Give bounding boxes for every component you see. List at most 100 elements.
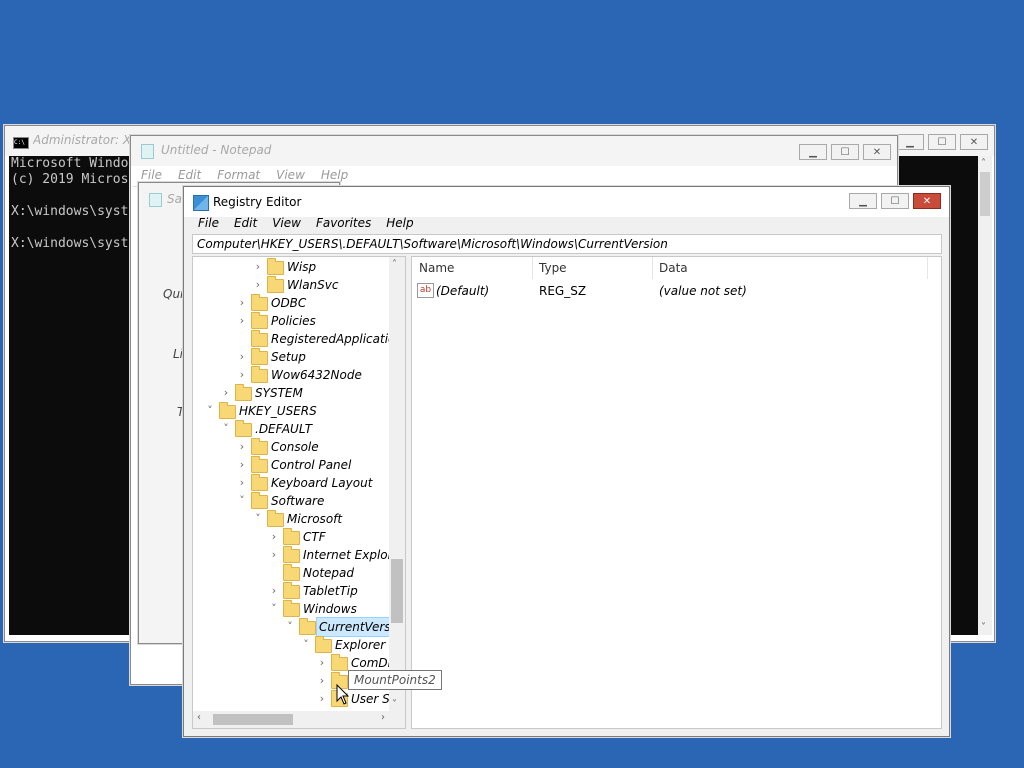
menu-file[interactable]: File <box>131 166 168 182</box>
folder-icon <box>283 582 300 599</box>
expand-chevron-icon[interactable]: › <box>237 366 247 384</box>
expand-chevron-icon[interactable]: › <box>317 690 327 708</box>
cmd-icon: C:\ <box>13 137 29 149</box>
value-data: (value not set) <box>659 284 747 298</box>
tree-item[interactable]: › Setup <box>193 348 389 366</box>
column-header-name[interactable]: Name <box>419 261 454 275</box>
tree-item[interactable]: › SYSTEM <box>193 384 389 402</box>
tree-item[interactable]: › Internet Explorer <box>193 546 405 564</box>
scroll-up-icon[interactable]: ˄ <box>981 158 986 169</box>
tree-item[interactable]: Notepad <box>193 564 389 582</box>
registry-tree[interactable]: › Wisp › WlanSvc › ODBC › Policies RegisteredApp… <box>192 256 406 729</box>
minimize-button[interactable]: ▁ <box>799 144 827 160</box>
tree-item[interactable]: ˅ HKEY_USERS <box>193 402 389 420</box>
folder-icon <box>251 348 268 365</box>
tree-item[interactable]: › CTF <box>193 528 389 546</box>
collapse-chevron-icon[interactable]: ˅ <box>285 618 295 636</box>
tree-hscroll-thumb[interactable] <box>213 714 293 725</box>
expand-chevron-icon[interactable]: › <box>237 312 247 330</box>
tree-horizontal-scrollbar[interactable]: ‹ › <box>193 711 405 728</box>
registry-editor-window[interactable]: Registry Editor ▁ ☐ ✕ File Edit View Favori… <box>183 186 950 737</box>
minimize-button[interactable]: ▁ <box>896 134 924 150</box>
expand-chevron-icon[interactable]: › <box>317 672 327 690</box>
menu-edit[interactable]: Edit <box>168 166 207 182</box>
libraries-label: Li <box>173 347 184 361</box>
tree-item-label: WlanSvc <box>287 278 339 292</box>
maximize-button[interactable]: ☐ <box>831 144 859 160</box>
tree-item[interactable]: ˅ Software <box>193 492 389 510</box>
expand-chevron-icon[interactable]: › <box>237 294 247 312</box>
collapse-chevron-icon[interactable]: ˅ <box>221 420 231 438</box>
scroll-right-icon[interactable]: › <box>381 712 385 723</box>
regedit-titlebar[interactable]: Registry Editor ▁ ☐ ✕ <box>184 187 949 217</box>
tree-vertical-scrollbar[interactable]: ˄ ˅ <box>389 257 405 712</box>
menu-view[interactable]: View <box>266 214 310 230</box>
column-header-data[interactable]: Data <box>659 261 688 275</box>
expand-chevron-icon[interactable]: › <box>269 528 279 546</box>
notepad-icon <box>141 144 154 159</box>
tree-item[interactable]: RegisteredApplications <box>193 330 405 348</box>
scroll-down-icon[interactable]: ˅ <box>392 699 397 710</box>
ab-icon: ab <box>417 283 434 298</box>
tree-item[interactable]: › TabletTip <box>193 582 389 600</box>
expand-chevron-icon[interactable]: › <box>269 582 279 600</box>
tree-item[interactable]: ˅ Windows <box>193 600 389 618</box>
notepad-titlebar[interactable]: Untitled - Notepad ▁ ☐ ✕ <box>131 136 897 166</box>
expand-chevron-icon[interactable]: › <box>253 258 263 276</box>
tree-item[interactable]: › Control Panel <box>193 456 389 474</box>
expand-chevron-icon[interactable]: › <box>237 456 247 474</box>
tree-item-label: Explorer <box>335 638 386 652</box>
tooltip: MountPoints2 <box>348 670 442 690</box>
tree-item[interactable]: › Console <box>193 438 389 456</box>
column-header-type[interactable]: Type <box>539 261 567 275</box>
maximize-button[interactable]: ☐ <box>881 193 909 209</box>
tree-item[interactable]: › ODBC <box>193 294 389 312</box>
menu-help[interactable]: Help <box>380 214 422 230</box>
minimize-button[interactable]: ▁ <box>849 193 877 209</box>
collapse-chevron-icon[interactable]: ˅ <box>205 402 215 420</box>
value-row[interactable]: ab (Default) REG_SZ (value not set) <box>416 283 936 301</box>
tree-item[interactable]: › Wisp <box>193 258 389 276</box>
tree-item[interactable]: ›User Shell Folders <box>193 690 405 708</box>
maximize-button[interactable]: ☐ <box>928 134 956 150</box>
scroll-up-icon[interactable]: ˄ <box>392 259 397 270</box>
cmd-scrollbar[interactable]: ˄ ˅ <box>978 156 992 635</box>
menu-favorites[interactable]: Favorites <box>310 214 380 230</box>
menu-file[interactable]: File <box>192 214 228 230</box>
menu-edit[interactable]: Edit <box>228 214 266 230</box>
scroll-left-icon[interactable]: ‹ <box>197 712 201 723</box>
cmd-scroll-thumb[interactable] <box>980 172 990 216</box>
collapse-chevron-icon[interactable]: ˅ <box>301 636 311 654</box>
expand-chevron-icon[interactable]: › <box>237 438 247 456</box>
expand-chevron-icon[interactable]: › <box>317 654 327 672</box>
address-bar[interactable]: Computer\HKEY_USERS\.DEFAULT\Software\Mi… <box>192 234 942 254</box>
tree-item[interactable]: ˅ CurrentVersion <box>193 617 405 637</box>
close-button[interactable]: ✕ <box>863 144 891 160</box>
tree-item[interactable]: ˅ .DEFAULT <box>193 420 389 438</box>
tree-item[interactable]: › WlanSvc <box>193 276 389 294</box>
tree-item[interactable]: › Keyboard Layout <box>193 474 389 492</box>
collapse-chevron-icon[interactable]: ˅ <box>269 600 279 618</box>
menu-help[interactable]: Help <box>311 166 354 182</box>
collapse-chevron-icon[interactable]: ˅ <box>253 510 263 528</box>
expand-chevron-icon[interactable]: › <box>253 276 263 294</box>
expand-chevron-icon[interactable]: › <box>237 474 247 492</box>
tree-scroll-thumb[interactable] <box>391 559 403 623</box>
expand-chevron-icon[interactable]: › <box>221 384 231 402</box>
folder-icon <box>251 294 268 311</box>
tree-item[interactable]: › Wow6432Node <box>193 366 389 384</box>
expand-chevron-icon[interactable]: › <box>237 348 247 366</box>
menu-view[interactable]: View <box>266 166 311 182</box>
menu-format[interactable]: Format <box>207 166 266 182</box>
scroll-down-icon[interactable]: ˅ <box>981 622 986 633</box>
value-type: REG_SZ <box>539 284 587 298</box>
close-button[interactable]: ✕ <box>960 134 988 150</box>
expand-chevron-icon[interactable]: › <box>269 546 279 564</box>
tree-item[interactable]: ˅ Microsoft <box>193 510 389 528</box>
collapse-chevron-icon[interactable]: ˅ <box>237 492 247 510</box>
tree-item[interactable]: ˅ Explorer <box>193 636 389 654</box>
values-pane[interactable]: Name Type Data ab (Default) REG_SZ (valu… <box>411 256 942 729</box>
folder-icon <box>283 528 300 545</box>
tree-item[interactable]: › Policies <box>193 312 389 330</box>
close-button[interactable]: ✕ <box>913 193 941 209</box>
